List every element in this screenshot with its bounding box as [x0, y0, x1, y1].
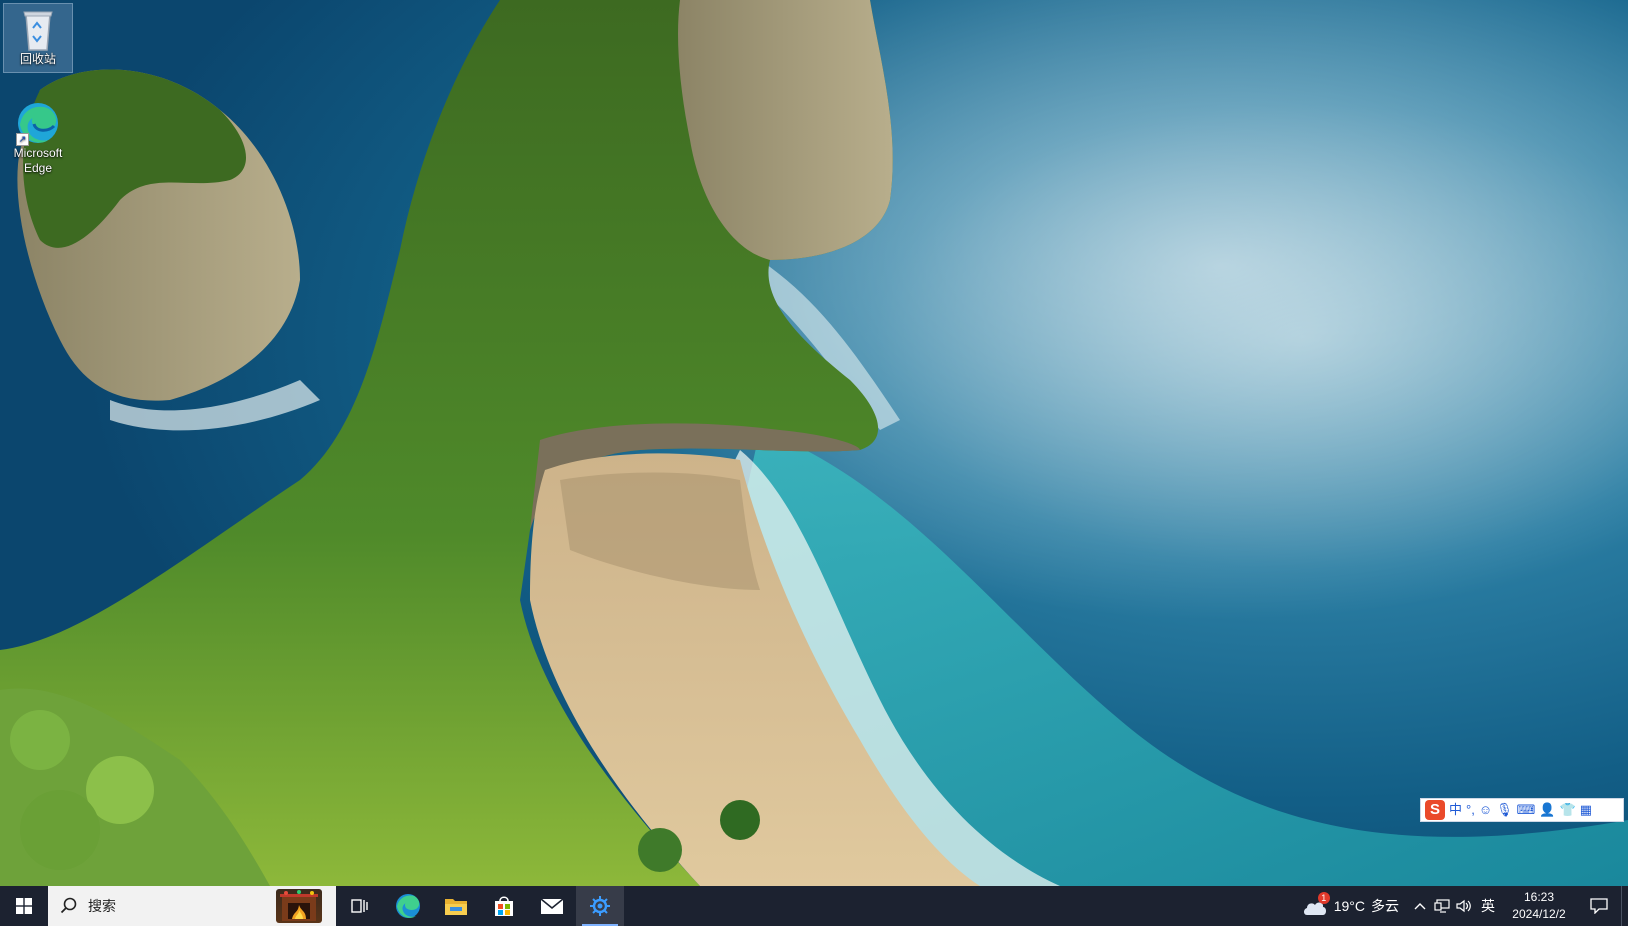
- volume-icon: [1456, 899, 1471, 913]
- taskbar-mail-button[interactable]: [528, 886, 576, 926]
- user-icon[interactable]: 👤: [1539, 799, 1555, 821]
- skin-icon[interactable]: 👕: [1560, 799, 1576, 821]
- ime-logo-icon[interactable]: S: [1425, 800, 1445, 820]
- ime-mode-toggle[interactable]: 中: [1449, 799, 1462, 821]
- desktop-icon-label: Microsoft Edge: [13, 146, 63, 175]
- mail-icon: [540, 898, 564, 914]
- desktop-icon-edge[interactable]: ↗ Microsoft Edge: [4, 98, 72, 186]
- network-icon: [1434, 899, 1450, 913]
- windows-logo-icon: [16, 898, 32, 914]
- taskbar: 搜索 1 19°C 多云 英 16:23 2024/12/2: [0, 886, 1628, 926]
- toolbox-icon[interactable]: ▦: [1580, 799, 1592, 821]
- shortcut-arrow-icon: ↗: [16, 133, 29, 146]
- task-view-icon: [351, 899, 368, 913]
- desktop-wallpaper: [0, 0, 1628, 886]
- recycle-bin-icon: [14, 6, 62, 52]
- volume-button[interactable]: [1453, 886, 1475, 926]
- notification-center-button[interactable]: [1577, 886, 1621, 926]
- microphone-icon[interactable]: 🎙: [1496, 799, 1513, 821]
- taskbar-active-app-button[interactable]: [576, 886, 624, 926]
- taskbar-file-explorer-button[interactable]: [432, 886, 480, 926]
- cloudy-weather-icon: 1: [1302, 892, 1330, 917]
- task-view-button[interactable]: [336, 886, 384, 926]
- show-hidden-icons-button[interactable]: [1409, 886, 1431, 926]
- show-desktop-button[interactable]: [1621, 886, 1628, 926]
- start-button[interactable]: [0, 886, 48, 926]
- desktop-icon-label: 回收站: [19, 52, 56, 66]
- input-language-button[interactable]: 英: [1475, 886, 1501, 926]
- clock-date: 2024/12/2: [1512, 907, 1566, 921]
- weather-widget[interactable]: 1 19°C 多云: [1292, 886, 1409, 926]
- ime-toolbar[interactable]: S 中 °, ☺ 🎙 ⌨ 👤 👕 ▦: [1420, 798, 1624, 822]
- taskbar-edge-button[interactable]: [384, 886, 432, 926]
- weather-condition: 多云: [1371, 898, 1399, 914]
- edge-icon: ↗: [14, 100, 62, 146]
- search-icon: [60, 897, 77, 914]
- system-tray: 1 19°C 多云 英 16:23 2024/12/2: [1292, 886, 1628, 926]
- network-button[interactable]: [1431, 886, 1453, 926]
- search-box[interactable]: 搜索: [48, 886, 336, 926]
- desktop-icon-recycle-bin[interactable]: 回收站: [3, 3, 73, 73]
- file-explorer-icon: [445, 899, 467, 915]
- search-placeholder: 搜索: [88, 898, 116, 914]
- emoji-icon[interactable]: ☺: [1479, 799, 1492, 821]
- clock-time: 16:23: [1523, 890, 1555, 904]
- chevron-up-icon: [1414, 903, 1426, 910]
- weather-temperature: 19°C: [1333, 898, 1365, 914]
- keyboard-icon[interactable]: ⌨: [1517, 799, 1536, 821]
- search-highlight-image[interactable]: [276, 889, 322, 923]
- store-icon: [495, 896, 513, 916]
- taskbar-store-button[interactable]: [480, 886, 528, 926]
- edge-icon: [396, 894, 420, 918]
- clock[interactable]: 16:23 2024/12/2: [1501, 889, 1577, 923]
- punctuation-icon[interactable]: °,: [1466, 799, 1475, 821]
- weather-alert-badge: 1: [1317, 892, 1330, 904]
- active-app-icon: [590, 896, 610, 916]
- notification-icon: [1590, 898, 1608, 914]
